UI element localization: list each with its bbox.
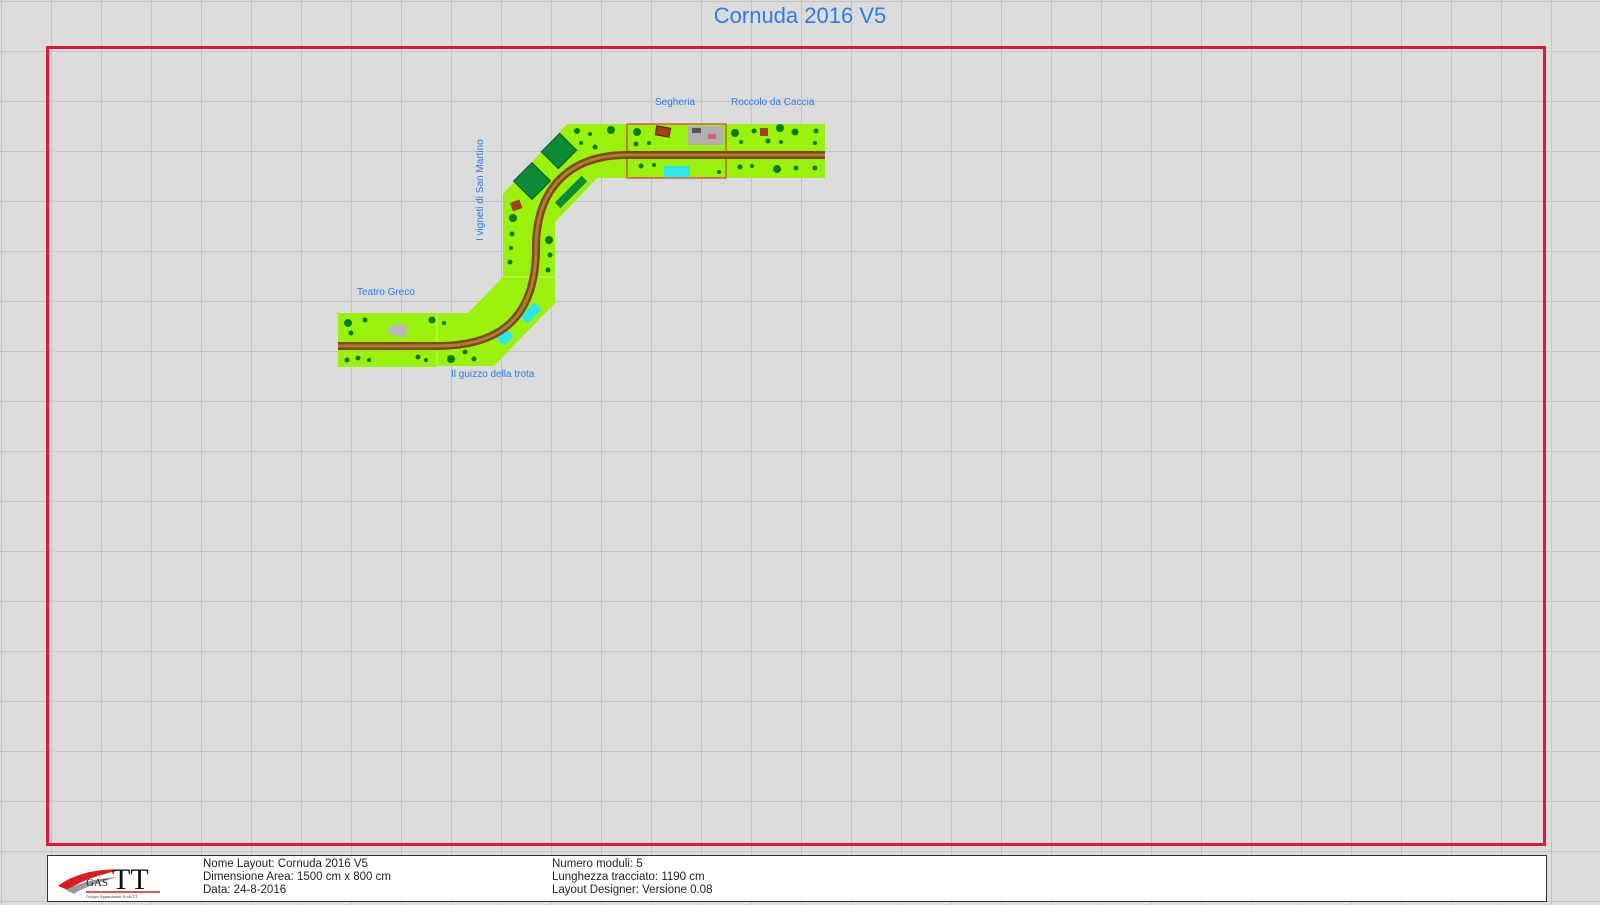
info-box: GAS TT Gruppo Appassionati Scala TT Nome… [47,855,1547,902]
label-segheria: Segheria [655,97,695,108]
module-base-guizzo-trota[interactable] [437,277,555,366]
sawmill-logs [708,134,716,139]
building-roccolo [760,128,768,136]
info-track-length: Lunghezza tracciato: 1190 cm [552,871,705,883]
layout-diagram: Teatro Greco Il guizzo della trota I vig… [338,97,825,380]
info-date: Data: 24-8-2016 [203,884,287,896]
label-roccolo-caccia: Roccolo da Caccia [731,97,815,108]
sawmill-shed [692,128,701,133]
info-layout-name: Nome Layout: Cornuda 2016 V5 [203,858,368,870]
info-module-count: Numero moduli: 5 [552,858,643,870]
info-column-layout: Nome Layout: Cornuda 2016 V5 Dimensione … [203,858,391,897]
building-segheria-1 [654,125,672,138]
logo-tt: TT [112,863,149,896]
logo-prefix: GAS [86,877,108,889]
info-designer-version: Layout Designer: Versione 0.08 [552,884,713,896]
info-area-size: Dimensione Area: 1500 cm x 800 cm [203,871,391,883]
module-base-teatro-greco[interactable] [338,313,437,367]
label-vigneti-san-martino: I vigneti di San Martino [475,139,486,241]
label-guizzo-trota: Il guizzo della trota [451,369,535,380]
pond-segheria [664,166,690,177]
gas-tt-logo: GAS TT Gruppo Appassionati Scala TT [58,863,160,899]
info-column-stats: Numero moduli: 5 Lunghezza tracciato: 11… [552,858,712,897]
logo-tagline: Gruppo Appassionati Scala TT [86,894,138,899]
label-teatro-greco: Teatro Greco [357,287,415,298]
